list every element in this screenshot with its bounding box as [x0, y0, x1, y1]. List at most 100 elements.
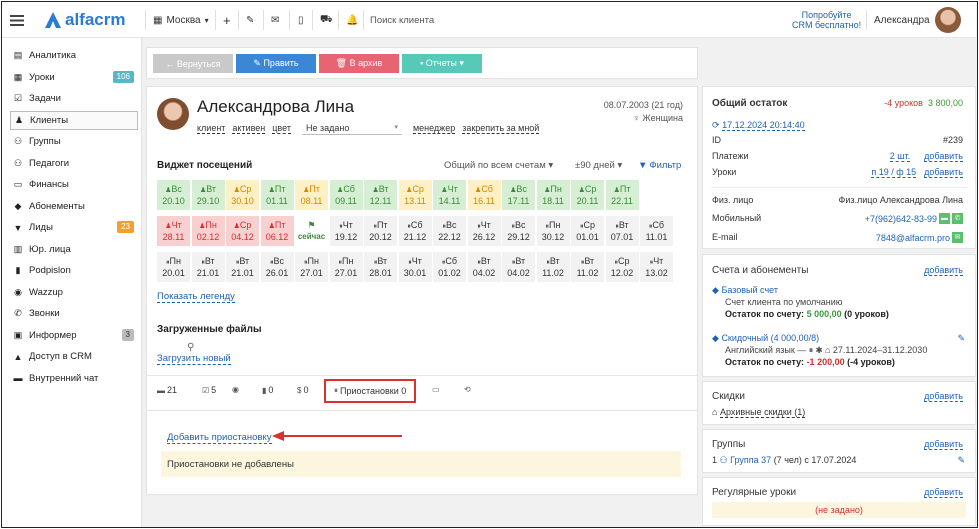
user-name[interactable]: Александра [874, 2, 930, 38]
attendance-cell[interactable]: ⏸Вт 11.02 [571, 252, 604, 282]
menu-icon[interactable] [10, 2, 24, 38]
attendance-cell[interactable]: ♟Ср 13.11 [398, 180, 432, 210]
archive-discounts-link[interactable]: ⌂ Архивные скидки (1) [712, 407, 806, 418]
attendance-cell[interactable]: ⏸Пн 30.12 [536, 216, 570, 246]
attendance-cell[interactable]: ♟Пт 01.11 [260, 180, 294, 210]
payments-value[interactable]: 2 шт. [889, 151, 911, 162]
sidebar-item-13[interactable]: ▣ Информер 3 [10, 326, 138, 345]
attendance-cell[interactable]: ⏸Ср 12.02 [605, 252, 639, 282]
lessons-value[interactable]: п 19 / ф 15 [871, 167, 917, 178]
logo[interactable]: alfacrm [44, 2, 125, 38]
sidebar-item-6[interactable]: ▭ Финансы [10, 175, 138, 194]
attendance-cell[interactable]: ♟Ср 20.11 [571, 180, 604, 210]
attendance-cell[interactable]: ⏸Вт 04.02 [467, 252, 501, 282]
attendance-cell[interactable]: ⏸Пн 20.01 [157, 252, 190, 282]
attendance-cell[interactable]: ⏸Пн 27.01 [329, 252, 363, 282]
tab-0[interactable]: ▬ 21 [157, 385, 177, 395]
account-filter[interactable]: Общий по всем счетам ▾ [444, 160, 553, 171]
tab-1[interactable]: ☑ 5 [202, 385, 216, 395]
attendance-cell[interactable]: ⏸Вт 28.01 [364, 252, 397, 282]
sidebar-item-2[interactable]: ☑ Задачи [10, 89, 138, 108]
tab-2[interactable]: ◉ [232, 385, 241, 394]
discount-account-link[interactable]: ◆ Скидочный (4 000,00/8) [712, 333, 819, 344]
attendance-cell[interactable]: ♟Вс 20.10 [157, 180, 190, 210]
attendance-cell[interactable]: ⏸Сб 01.02 [433, 252, 466, 282]
attendance-cell[interactable]: ♟Вт 12.11 [364, 180, 397, 210]
tab-7[interactable]: ⟲ [464, 385, 473, 394]
sidebar-item-12[interactable]: ✆ Звонки [10, 304, 138, 323]
attendance-cell[interactable]: ♟Пт 22.11 [605, 180, 639, 210]
attendance-cell[interactable]: ⏸Вт 04.02 [502, 252, 535, 282]
sidebar-item-14[interactable]: ▲ Доступ в CRM [10, 347, 138, 366]
sidebar-item-8[interactable]: ▼ Лиды 23 [10, 218, 138, 237]
search-input[interactable]: Поиск клиента [370, 2, 770, 38]
mail-icon[interactable]: ✉ [952, 232, 963, 243]
attendance-cell[interactable]: ⏸Ср 01.01 [571, 216, 604, 246]
attendance-cell[interactable]: ⏸Сб 21.12 [398, 216, 432, 246]
reports-button[interactable]: ▪ Отчеты ▾ [402, 54, 482, 73]
attendance-cell[interactable]: ⏸Чт 13.02 [640, 252, 673, 282]
attendance-cell[interactable]: ♟Пт 06.12 [260, 216, 294, 246]
cart-icon[interactable]: ⛟ [320, 2, 333, 38]
tag-color[interactable]: цвет [272, 123, 291, 134]
attendance-cell[interactable]: ⏸Чт 30.01 [398, 252, 432, 282]
days-filter[interactable]: ±90 дней ▾ [575, 160, 622, 171]
attendance-cell[interactable]: ♟Ср 04.12 [226, 216, 259, 246]
add-account-link[interactable]: добавить [924, 265, 963, 276]
tag-client[interactable]: клиент [197, 123, 226, 134]
attendance-cell[interactable]: ♟Чт 28.11 [157, 216, 190, 246]
wrench-icon[interactable]: ✎ [246, 2, 254, 38]
attendance-cell[interactable]: ⏸Вс 26.01 [260, 252, 294, 282]
upload-link[interactable]: Загрузить новый [157, 353, 231, 365]
attendance-cell[interactable]: ♟Сб 16.11 [467, 180, 501, 210]
add-regular-link[interactable]: добавить [924, 487, 963, 498]
edit-button[interactable]: ✎ Править [236, 54, 316, 73]
add-group-link[interactable]: добавить [924, 439, 963, 450]
attendance-cell[interactable]: ♟Сб 09.11 [329, 180, 363, 210]
attendance-cell[interactable]: ⏸Вт 21.01 [191, 252, 225, 282]
mail-icon[interactable]: ✉ [271, 2, 279, 38]
attendance-cell[interactable]: ⏸Пт 20.12 [364, 216, 397, 246]
tab-pauses[interactable]: ⏸ Приостановки 0 [324, 379, 417, 403]
add-pause-link[interactable]: Добавить приостановку [167, 432, 272, 444]
sidebar-item-9[interactable]: ▥ Юр. лица [10, 240, 138, 259]
status-select[interactable]: Не задано ▾ [301, 122, 402, 135]
manager-link[interactable]: менеджер [412, 123, 456, 134]
edit-icon[interactable]: ✎ [957, 333, 965, 344]
attendance-cell[interactable]: ⏸Пн 27.01 [295, 252, 328, 282]
attendance-cell[interactable]: ♟Чт 14.11 [433, 180, 466, 210]
attendance-cell[interactable]: ♟Ср 30.10 [226, 180, 259, 210]
archive-button[interactable]: 🗑 В архив [319, 54, 399, 73]
filter-button[interactable]: ▼ Фильтр [638, 160, 681, 171]
attendance-cell[interactable]: ♟Пн 02.12 [191, 216, 225, 246]
attendance-cell[interactable]: ⚑ сейчас [295, 216, 328, 246]
attendance-cell[interactable]: ♟Вс 17.11 [502, 180, 535, 210]
sidebar-item-4[interactable]: ⚇ Группы [10, 132, 138, 151]
sidebar-item-7[interactable]: ◆ Абонементы [10, 197, 138, 216]
add-discount-link[interactable]: добавить [924, 391, 963, 402]
call-icon[interactable]: ✆ [952, 213, 963, 224]
attendance-cell[interactable]: ⏸Вс 29.12 [502, 216, 535, 246]
mobile-value[interactable]: +7(962)642-83-99 [865, 214, 937, 224]
attendance-cell[interactable]: ⏸Чт 26.12 [467, 216, 501, 246]
balance-date-link[interactable]: ⟳ 17.12.2024 20:14:40 [712, 120, 805, 131]
try-crm-link[interactable]: Попробуйте CRM бесплатно! [792, 2, 861, 38]
plus-icon[interactable]: + [223, 2, 231, 38]
attendance-cell[interactable]: ⏸Вт 21.01 [226, 252, 259, 282]
sidebar-item-11[interactable]: ◉ Wazzup [10, 283, 138, 302]
sidebar-item-3[interactable]: ♟ Клиенты [10, 110, 138, 130]
message-icon[interactable]: ▬ [939, 213, 950, 224]
tab-4[interactable]: $0 [297, 385, 308, 395]
sidebar-item-1[interactable]: ▦ Уроки 106 [10, 68, 138, 87]
avatar[interactable] [935, 2, 961, 38]
back-button[interactable]: ← Вернуться [153, 54, 233, 73]
attendance-cell[interactable]: ♟Вт 29.10 [191, 180, 225, 210]
tag-active[interactable]: активен [232, 123, 266, 134]
pin-link[interactable]: закрепить за мной [462, 123, 540, 134]
attendance-cell[interactable]: ♟Пт 08.11 [295, 180, 328, 210]
attendance-cell[interactable]: ⏸Вс 22.12 [433, 216, 466, 246]
tab-6[interactable]: ▭ [432, 385, 442, 394]
tab-3[interactable]: ▮ 0 [262, 385, 273, 395]
base-account-link[interactable]: ◆ Базовый счет [712, 285, 778, 296]
sidebar-item-0[interactable]: ▤ Аналитика [10, 46, 138, 65]
